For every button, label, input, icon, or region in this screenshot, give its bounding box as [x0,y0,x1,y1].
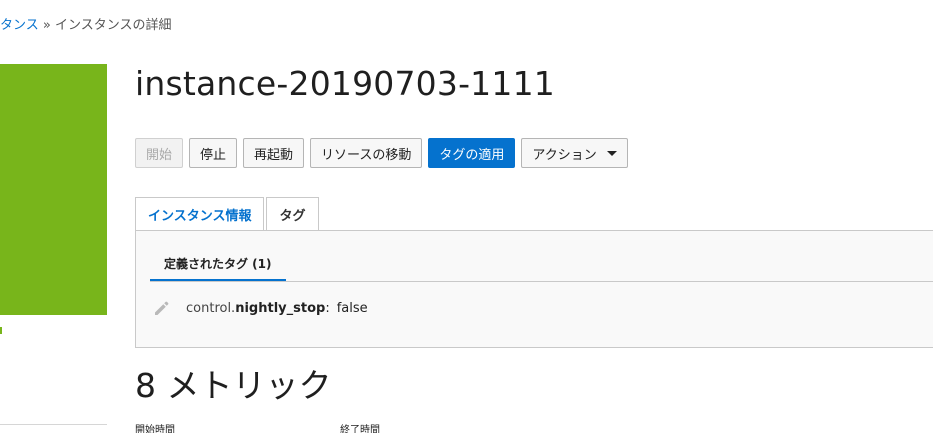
reboot-button[interactable]: 再起動 [243,138,305,168]
tags-panel: 定義されたタグ (1) control. nightly_stop : fals… [135,230,933,348]
start-button[interactable]: 開始 [135,138,184,168]
pencil-icon[interactable] [152,299,170,317]
breadcrumb: タンス » インスタンスの詳細 [0,14,171,33]
chevron-down-icon [606,150,617,156]
page: タンス » インスタンスの詳細 instance-20190703-1111 開… [0,0,933,433]
tab-bar: インスタンス情報 タグ [135,197,321,231]
breadcrumb-current: インスタンスの詳細 [55,18,172,33]
instance-status-tile [0,64,107,315]
actions-dropdown-button[interactable]: アクション [521,138,628,168]
stop-button[interactable]: 停止 [189,138,238,168]
left-divider [0,424,107,425]
apply-tags-button[interactable]: タグの適用 [428,138,516,168]
tag-value: false [336,300,368,316]
status-indicator [0,327,2,334]
tag-colon: : [325,300,330,316]
metrics-heading: 8 メトリック [135,366,332,405]
tags-subtab-bar: 定義されたタグ (1) [150,247,933,282]
breadcrumb-link-instances[interactable]: タンス [0,18,39,33]
tag-key: nightly_stop [235,300,326,316]
tab-tags[interactable]: タグ [266,197,319,231]
action-toolbar: 開始 停止 再起動 リソースの移動 タグの適用 アクション [135,138,628,168]
tab-instance-info[interactable]: インスタンス情報 [135,197,265,231]
tag-namespace: control. [186,300,236,316]
page-title: instance-20190703-1111 [135,64,555,103]
actions-label: アクション [532,146,597,162]
subtab-defined-tags[interactable]: 定義されたタグ (1) [150,247,286,281]
tag-row: control. nightly_stop : false [152,299,368,317]
breadcrumb-separator: » [42,18,51,33]
move-resource-button[interactable]: リソースの移動 [310,138,423,168]
start-time-label: 開始時間 [135,425,175,433]
end-time-label: 終了時間 [340,425,380,433]
